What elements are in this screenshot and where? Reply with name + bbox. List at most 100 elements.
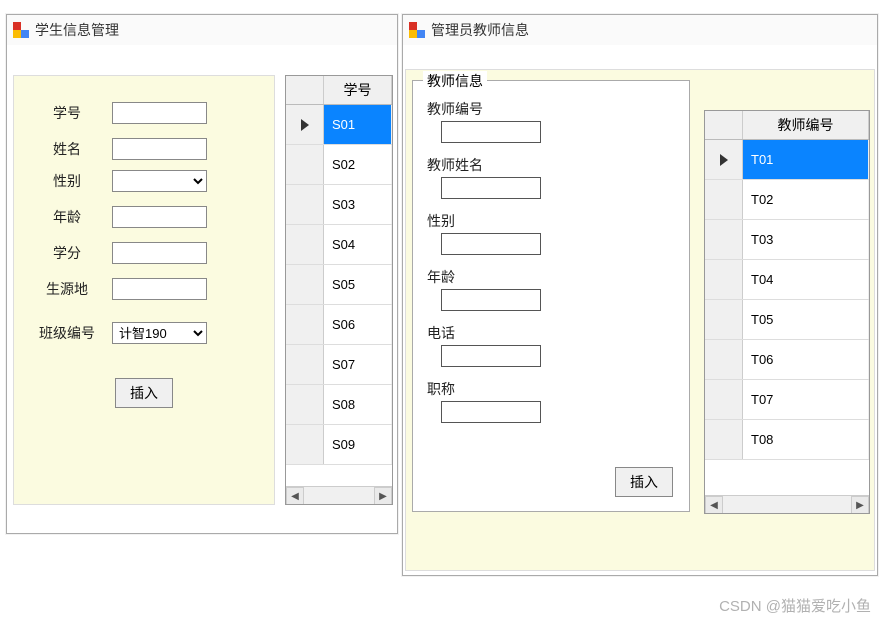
teacher-name-label: 教师姓名 bbox=[427, 155, 675, 175]
app-icon bbox=[409, 22, 425, 38]
student-credits-input[interactable] bbox=[112, 242, 207, 264]
table-row[interactable]: T08 bbox=[705, 420, 869, 460]
row-selector[interactable] bbox=[705, 420, 743, 459]
teacher-phone-label: 电话 bbox=[427, 323, 675, 343]
table-row[interactable]: T04 bbox=[705, 260, 869, 300]
table-cell[interactable]: T06 bbox=[743, 340, 869, 379]
teacher-title-label: 职称 bbox=[427, 379, 675, 399]
student-insert-button[interactable]: 插入 bbox=[115, 378, 173, 408]
table-cell[interactable]: T08 bbox=[743, 420, 869, 459]
student-grid[interactable]: 学号 S01S02S03S04S05S06S07S08S09 ◀ ▶ bbox=[285, 75, 393, 505]
table-cell[interactable]: T07 bbox=[743, 380, 869, 419]
row-selector[interactable] bbox=[705, 340, 743, 379]
row-selector[interactable] bbox=[286, 105, 324, 144]
scroll-right-icon[interactable]: ▶ bbox=[374, 487, 392, 505]
student-credits-row: 学分 bbox=[22, 242, 266, 264]
table-cell[interactable]: S01 bbox=[324, 105, 392, 144]
teacher-grid-body: T01T02T03T04T05T06T07T08 bbox=[705, 140, 869, 460]
student-id-label: 学号 bbox=[22, 103, 112, 123]
row-selector[interactable] bbox=[286, 265, 324, 304]
row-selector[interactable] bbox=[286, 305, 324, 344]
table-row[interactable]: T06 bbox=[705, 340, 869, 380]
student-origin-row: 生源地 bbox=[22, 278, 266, 300]
teacher-id-label: 教师编号 bbox=[427, 99, 675, 119]
table-row[interactable]: T01 bbox=[705, 140, 869, 180]
student-name-input[interactable] bbox=[112, 138, 207, 160]
student-origin-input[interactable] bbox=[112, 278, 207, 300]
table-row[interactable]: S08 bbox=[286, 385, 392, 425]
teacher-grid-hscroll[interactable]: ◀ ▶ bbox=[705, 495, 869, 513]
table-cell[interactable]: S02 bbox=[324, 145, 392, 184]
table-row[interactable]: S09 bbox=[286, 425, 392, 465]
table-cell[interactable]: S05 bbox=[324, 265, 392, 304]
teacher-title-input[interactable] bbox=[441, 401, 541, 423]
teacher-name-input[interactable] bbox=[441, 177, 541, 199]
student-credits-label: 学分 bbox=[22, 243, 112, 263]
grid-select-header bbox=[705, 111, 743, 139]
row-selector[interactable] bbox=[705, 380, 743, 419]
student-class-select[interactable]: 计智190 bbox=[112, 322, 207, 344]
table-cell[interactable]: T03 bbox=[743, 220, 869, 259]
row-selector[interactable] bbox=[705, 140, 743, 179]
table-cell[interactable]: S04 bbox=[324, 225, 392, 264]
student-class-row: 班级编号 计智190 bbox=[22, 322, 266, 344]
teacher-age-label: 年龄 bbox=[427, 267, 675, 287]
teacher-grid-col-header[interactable]: 教师编号 bbox=[743, 111, 869, 139]
scroll-left-icon[interactable]: ◀ bbox=[705, 496, 723, 514]
table-cell[interactable]: T02 bbox=[743, 180, 869, 219]
teacher-grid[interactable]: 教师编号 T01T02T03T04T05T06T07T08 ◀ ▶ bbox=[704, 110, 870, 514]
student-id-input[interactable] bbox=[112, 102, 207, 124]
row-selector[interactable] bbox=[705, 180, 743, 219]
teacher-id-input[interactable] bbox=[441, 121, 541, 143]
table-row[interactable]: S03 bbox=[286, 185, 392, 225]
table-row[interactable]: T05 bbox=[705, 300, 869, 340]
table-row[interactable]: S01 bbox=[286, 105, 392, 145]
table-cell[interactable]: T05 bbox=[743, 300, 869, 339]
student-age-input[interactable] bbox=[112, 206, 207, 228]
row-selector[interactable] bbox=[705, 260, 743, 299]
table-cell[interactable]: S03 bbox=[324, 185, 392, 224]
student-id-row: 学号 bbox=[22, 102, 266, 124]
table-row[interactable]: T03 bbox=[705, 220, 869, 260]
table-row[interactable]: T02 bbox=[705, 180, 869, 220]
table-cell[interactable]: S07 bbox=[324, 345, 392, 384]
table-row[interactable]: S02 bbox=[286, 145, 392, 185]
student-gender-row: 性别 bbox=[22, 170, 266, 192]
student-grid-hscroll[interactable]: ◀ ▶ bbox=[286, 486, 392, 504]
table-cell[interactable]: T01 bbox=[743, 140, 869, 179]
watermark: CSDN @猫猫爱吃小鱼 bbox=[719, 595, 871, 616]
student-gender-select[interactable] bbox=[112, 170, 207, 192]
student-age-row: 年龄 bbox=[22, 206, 266, 228]
teacher-age-input[interactable] bbox=[441, 289, 541, 311]
student-name-row: 姓名 bbox=[22, 138, 266, 160]
row-selector[interactable] bbox=[705, 220, 743, 259]
table-cell[interactable]: S08 bbox=[324, 385, 392, 424]
row-selector[interactable] bbox=[286, 185, 324, 224]
student-grid-header: 学号 bbox=[286, 76, 392, 105]
teacher-phone-input[interactable] bbox=[441, 345, 541, 367]
table-row[interactable]: S06 bbox=[286, 305, 392, 345]
teacher-insert-button[interactable]: 插入 bbox=[615, 467, 673, 497]
row-selector[interactable] bbox=[705, 300, 743, 339]
table-cell[interactable]: S09 bbox=[324, 425, 392, 464]
table-row[interactable]: S04 bbox=[286, 225, 392, 265]
student-grid-col-header[interactable]: 学号 bbox=[324, 76, 392, 104]
table-cell[interactable]: S06 bbox=[324, 305, 392, 344]
table-row[interactable]: S05 bbox=[286, 265, 392, 305]
teacher-gender-input[interactable] bbox=[441, 233, 541, 255]
row-selector[interactable] bbox=[286, 385, 324, 424]
scroll-left-icon[interactable]: ◀ bbox=[286, 487, 304, 505]
table-row[interactable]: T07 bbox=[705, 380, 869, 420]
student-window: 学生信息管理 学号 姓名 性别 年龄 学分 bbox=[6, 14, 398, 534]
scroll-right-icon[interactable]: ▶ bbox=[851, 496, 869, 514]
row-selector[interactable] bbox=[286, 225, 324, 264]
row-selector[interactable] bbox=[286, 345, 324, 384]
teacher-groupbox: 教师信息 教师编号 教师姓名 性别 年龄 电话 职称 插入 bbox=[412, 80, 690, 512]
row-selector[interactable] bbox=[286, 425, 324, 464]
teacher-titlebar: 管理员教师信息 bbox=[403, 15, 877, 45]
table-row[interactable]: S07 bbox=[286, 345, 392, 385]
teacher-window-title: 管理员教师信息 bbox=[431, 20, 529, 40]
row-selector[interactable] bbox=[286, 145, 324, 184]
table-cell[interactable]: T04 bbox=[743, 260, 869, 299]
student-origin-label: 生源地 bbox=[22, 279, 112, 299]
